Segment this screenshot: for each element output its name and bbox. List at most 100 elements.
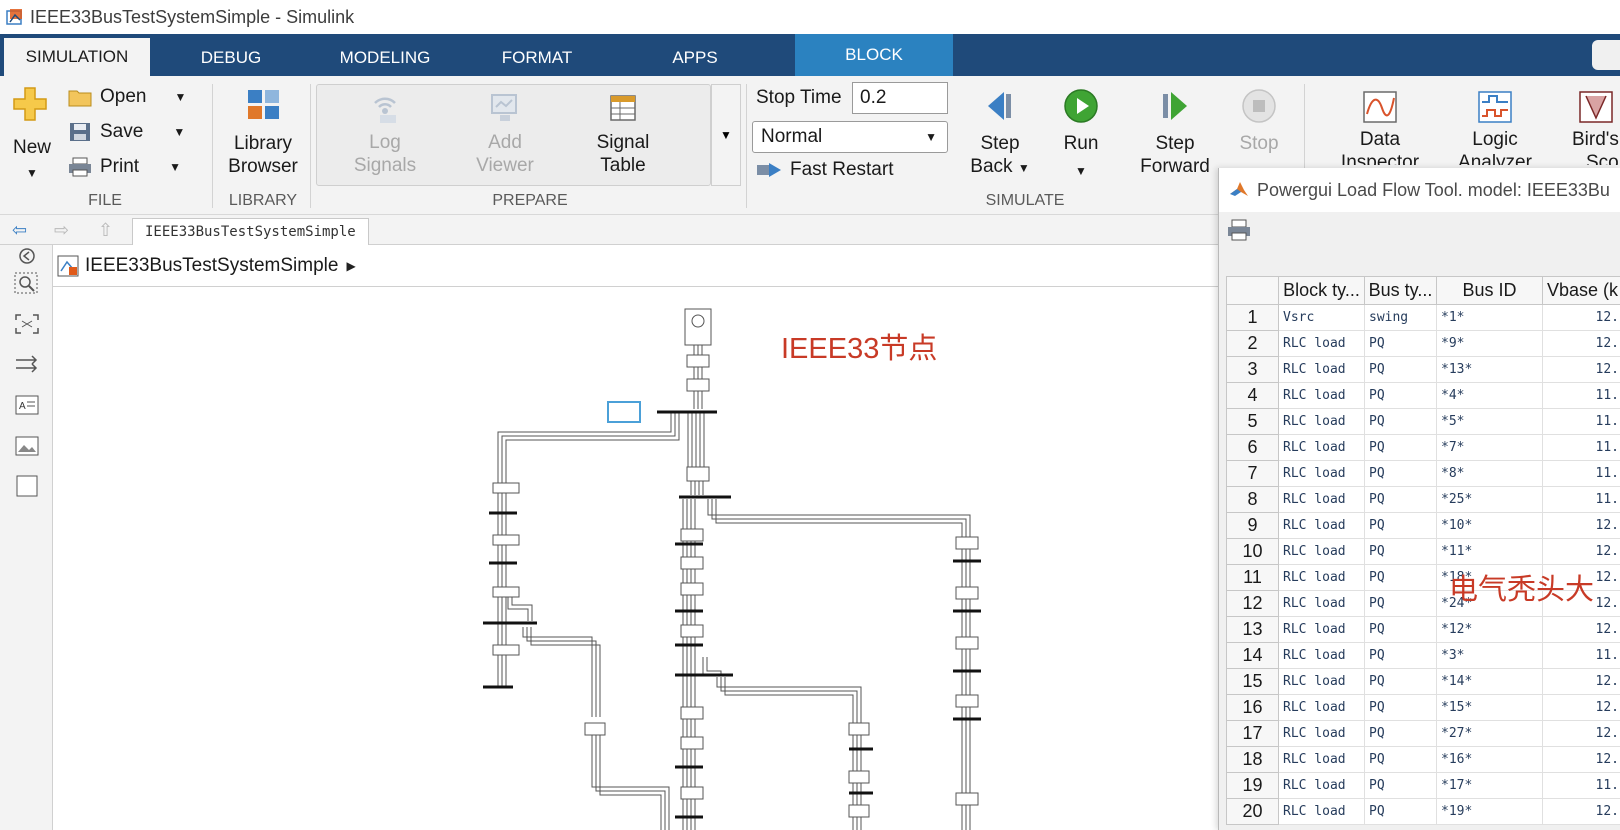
row-number[interactable]: 17 <box>1226 720 1279 747</box>
bus-id-cell[interactable]: *3* <box>1436 642 1543 669</box>
row-number[interactable]: 5 <box>1226 408 1279 435</box>
run-button[interactable]: Run ▼ <box>1046 88 1116 188</box>
image-icon[interactable] <box>14 435 40 457</box>
bus-type-cell[interactable]: PQ <box>1364 538 1437 565</box>
column-header-bus-id[interactable]: Bus ID <box>1436 276 1543 305</box>
hide-explorer-icon[interactable] <box>14 245 40 267</box>
model-canvas[interactable]: IEEE33节点 <box>53 287 1220 830</box>
row-number[interactable]: 19 <box>1226 772 1279 799</box>
table-row[interactable]: 7 RLC load PQ *8* 11. <box>1226 460 1620 487</box>
bus-type-cell[interactable]: PQ <box>1364 330 1437 357</box>
bus-type-cell[interactable]: swing <box>1364 304 1437 331</box>
row-number[interactable]: 9 <box>1226 512 1279 539</box>
bus-type-cell[interactable]: PQ <box>1364 694 1437 721</box>
bus-id-cell[interactable]: *10* <box>1436 512 1543 539</box>
canvas-annotation[interactable]: IEEE33节点 <box>781 325 937 367</box>
row-number[interactable]: 20 <box>1226 798 1279 825</box>
vbase-cell[interactable]: 12. <box>1542 616 1620 643</box>
bus-id-cell[interactable]: *1* <box>1436 304 1543 331</box>
vbase-cell[interactable]: 11. <box>1542 460 1620 487</box>
vbase-cell[interactable]: 11. <box>1542 772 1620 799</box>
block-type-cell[interactable]: RLC load <box>1278 694 1365 721</box>
row-number[interactable]: 16 <box>1226 694 1279 721</box>
tab-format[interactable]: FORMAT <box>478 40 596 76</box>
fast-restart-button[interactable]: Fast Restart <box>756 159 893 181</box>
step-forward-button[interactable]: Step Forward <box>1130 88 1220 188</box>
table-row[interactable]: 17 RLC load PQ *27* 12. <box>1226 720 1620 747</box>
block-type-cell[interactable]: RLC load <box>1278 408 1365 435</box>
annotation-icon[interactable]: A <box>14 394 40 416</box>
run-dropdown-arrow[interactable]: ▼ <box>1046 160 1116 183</box>
ribbon-collapse-button[interactable] <box>1592 40 1620 70</box>
row-number[interactable]: 13 <box>1226 616 1279 643</box>
bus-id-cell[interactable]: *16* <box>1436 746 1543 773</box>
bus-type-cell[interactable]: PQ <box>1364 616 1437 643</box>
bus-type-cell[interactable]: PQ <box>1364 590 1437 617</box>
route-lines-icon[interactable] <box>14 353 40 375</box>
bus-id-cell[interactable]: *17* <box>1436 772 1543 799</box>
row-number[interactable]: 4 <box>1226 382 1279 409</box>
vbase-cell[interactable]: 12. <box>1542 798 1620 825</box>
block-type-cell[interactable]: RLC load <box>1278 772 1365 799</box>
data-inspector-button[interactable]: Data Inspector <box>1330 90 1430 170</box>
logic-analyzer-button[interactable]: Logic Analyzer <box>1445 90 1545 170</box>
table-row[interactable]: 1 Vsrc swing *1* 12. <box>1226 304 1620 331</box>
bus-id-cell[interactable]: *14* <box>1436 668 1543 695</box>
block-type-cell[interactable]: RLC load <box>1278 382 1365 409</box>
print-button[interactable]: Print ▼ <box>68 156 181 178</box>
bus-id-cell[interactable]: *7* <box>1436 434 1543 461</box>
new-button[interactable]: New ▼ <box>8 86 56 186</box>
row-number[interactable]: 6 <box>1226 434 1279 461</box>
bus-id-cell[interactable]: *9* <box>1436 330 1543 357</box>
block-type-cell[interactable]: RLC load <box>1278 356 1365 383</box>
tab-apps[interactable]: APPS <box>636 40 754 76</box>
bus-type-cell[interactable]: PQ <box>1364 382 1437 409</box>
area-icon[interactable] <box>14 475 40 497</box>
bus-id-cell[interactable]: *25* <box>1436 486 1543 513</box>
table-row[interactable]: 3 RLC load PQ *13* 12. <box>1226 356 1620 383</box>
selected-block[interactable] <box>607 401 641 423</box>
bus-id-cell[interactable]: *27* <box>1436 720 1543 747</box>
block-type-cell[interactable]: RLC load <box>1278 798 1365 825</box>
tab-modeling[interactable]: MODELING <box>316 40 454 76</box>
table-row[interactable]: 2 RLC load PQ *9* 12. <box>1226 330 1620 357</box>
bus-type-cell[interactable]: PQ <box>1364 460 1437 487</box>
birds-eye-scope-button[interactable]: Bird's Sco <box>1560 90 1620 170</box>
vbase-cell[interactable]: 11. <box>1542 408 1620 435</box>
add-viewer-button[interactable]: Add Viewer <box>457 91 553 183</box>
table-row[interactable]: 16 RLC load PQ *15* 12. <box>1226 694 1620 721</box>
tab-block[interactable]: BLOCK <box>795 34 953 76</box>
table-row[interactable]: 15 RLC load PQ *14* 12. <box>1226 668 1620 695</box>
save-button[interactable]: Save ▼ <box>68 121 185 143</box>
bus-type-cell[interactable]: PQ <box>1364 434 1437 461</box>
block-type-cell[interactable]: RLC load <box>1278 642 1365 669</box>
save-dropdown-arrow[interactable]: ▼ <box>173 125 185 139</box>
vbase-cell[interactable]: 12. <box>1542 304 1620 331</box>
vbase-cell[interactable]: 12. <box>1542 356 1620 383</box>
stop-button[interactable]: Stop <box>1224 88 1294 154</box>
bus-id-cell[interactable]: *11* <box>1436 538 1543 565</box>
bus-type-cell[interactable]: PQ <box>1364 720 1437 747</box>
simulation-mode-select[interactable]: Normal ▼ <box>752 121 948 153</box>
up-arrow-icon[interactable]: ⇧ <box>98 220 113 241</box>
column-header-bus-type[interactable]: Bus ty... <box>1364 276 1437 305</box>
table-row[interactable]: 18 RLC load PQ *16* 12. <box>1226 746 1620 773</box>
library-browser-button[interactable]: Library Browser <box>222 88 304 188</box>
table-row[interactable]: 20 RLC load PQ *19* 12. <box>1226 798 1620 825</box>
forward-arrow-icon[interactable]: ⇨ <box>54 220 69 241</box>
bus-type-cell[interactable]: PQ <box>1364 772 1437 799</box>
vbase-cell[interactable]: 12. <box>1542 512 1620 539</box>
table-row[interactable]: 8 RLC load PQ *25* 11. <box>1226 486 1620 513</box>
model-tab[interactable]: IEEE33BusTestSystemSimple <box>132 218 369 245</box>
block-type-cell[interactable]: RLC load <box>1278 720 1365 747</box>
bus-type-cell[interactable]: PQ <box>1364 408 1437 435</box>
zoom-in-icon[interactable] <box>14 272 40 294</box>
stop-time-input[interactable]: 0.2 <box>852 82 948 114</box>
print-icon[interactable] <box>1227 219 1251 241</box>
column-header-block-type[interactable]: Block ty... <box>1278 276 1365 305</box>
row-number[interactable]: 11 <box>1226 564 1279 591</box>
back-arrow-icon[interactable]: ⇦ <box>12 220 27 241</box>
bus-type-cell[interactable]: PQ <box>1364 746 1437 773</box>
table-row[interactable]: 4 RLC load PQ *4* 11. <box>1226 382 1620 409</box>
fit-to-view-icon[interactable] <box>14 313 40 335</box>
